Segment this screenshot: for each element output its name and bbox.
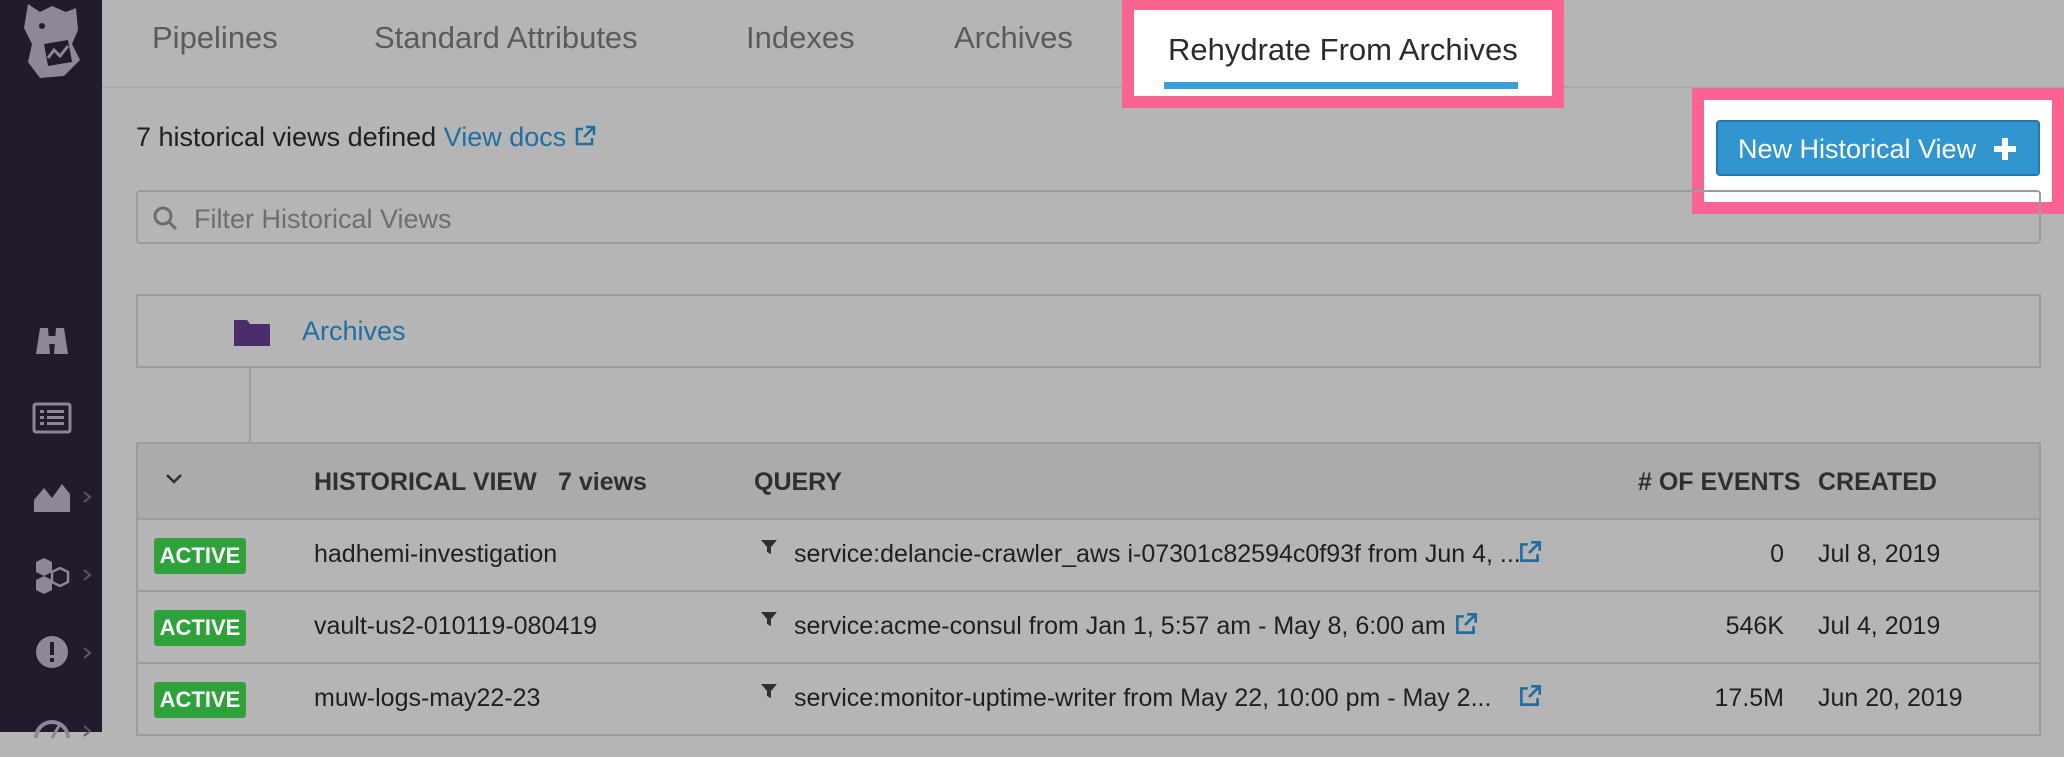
monitors-alert-icon[interactable] [30,630,74,674]
log-list-icon[interactable] [30,396,74,440]
header-events[interactable]: # OF EVENTS [1638,468,1801,497]
created-date: Jul 8, 2019 [1818,540,1941,568]
integrations-caret-icon [82,568,92,582]
metrics-caret-icon [82,490,92,504]
query-text: service:monitor-uptime-writer from May 2… [794,684,1492,712]
filter-historical-views-input[interactable] [192,200,1996,238]
datadog-logo[interactable] [18,0,86,82]
metrics-chart-icon[interactable] [30,474,74,518]
view-name[interactable]: hadhemi-investigation [314,540,557,569]
historical-views-table: HISTORICAL VIEW 7 views QUERY # OF EVENT… [136,442,2041,736]
table-row[interactable]: ACTIVE hadhemi-investigation service:del… [138,520,2039,592]
events-count: 0 [1770,540,1784,568]
external-link-icon [572,123,598,149]
tab-pipelines[interactable]: Pipelines [152,20,278,56]
integrations-hex-icon[interactable] [30,552,74,596]
tab-rehydrate-label: Rehydrate From Archives [1168,32,1518,67]
filter-funnel-icon [760,538,778,556]
open-query-external-icon[interactable] [1452,610,1480,638]
tab-indexes[interactable]: Indexes [746,20,855,56]
status-badge: ACTIVE [154,610,246,646]
created-date: Jul 4, 2019 [1818,612,1941,640]
active-tab-indicator [1164,82,1518,89]
collapse-chevron-icon[interactable] [164,472,184,486]
view-name[interactable]: muw-logs-may22-23 [314,684,540,713]
sidebar [0,0,102,739]
query-text: service:acme-consul from Jan 1, 5:57 am … [794,612,1446,640]
tab-standard-attributes[interactable]: Standard Attributes [374,20,638,56]
table-row[interactable]: ACTIVE muw-logs-may22-23 service:monitor… [138,664,2039,736]
table-header: HISTORICAL VIEW 7 views QUERY # OF EVENT… [138,444,2039,520]
header-view-count: 7 views [558,468,647,496]
tab-rehydrate-from-archives[interactable]: Rehydrate From Archives [1122,0,1564,108]
plus-icon [1992,136,2018,162]
views-summary: 7 historical views defined View docs [136,122,598,153]
view-docs-link[interactable]: View docs [444,122,599,152]
open-query-external-icon[interactable] [1516,682,1544,710]
new-historical-view-button[interactable]: New Historical View [1716,120,2040,176]
events-count: 17.5M [1714,684,1784,712]
views-count-text: 7 historical views defined [136,122,437,152]
search-icon [152,205,178,231]
filter-funnel-icon [760,682,778,700]
header-historical-view[interactable]: HISTORICAL VIEW [314,468,537,497]
header-created[interactable]: CREATED [1818,468,1937,497]
filter-funnel-icon [760,610,778,628]
new-historical-view-label: New Historical View [1738,134,1977,164]
header-query[interactable]: QUERY [754,468,842,497]
monitors-caret-icon [82,646,92,660]
events-count: 546K [1725,612,1784,640]
created-date: Jun 20, 2019 [1818,684,1963,712]
tree-connector [249,368,251,444]
tab-archives[interactable]: Archives [954,20,1073,56]
tab-bar: Pipelines Standard Attributes Indexes Ar… [102,0,2064,88]
apm-caret-icon [82,724,92,738]
archives-folder-row: Archives [136,294,2041,368]
folder-icon [234,318,270,346]
archives-folder-link[interactable]: Archives [302,316,406,347]
query-text: service:delancie-crawler_aws i-07301c825… [794,540,1521,568]
binoculars-icon[interactable] [30,318,74,362]
filter-box [136,190,2041,244]
view-name[interactable]: vault-us2-010119-080419 [314,612,597,641]
status-badge: ACTIVE [154,538,246,574]
view-docs-label: View docs [443,122,567,152]
open-query-external-icon[interactable] [1516,538,1544,566]
table-row[interactable]: ACTIVE vault-us2-010119-080419 service:a… [138,592,2039,664]
apm-gauge-icon[interactable] [30,708,74,752]
status-badge: ACTIVE [154,682,246,718]
